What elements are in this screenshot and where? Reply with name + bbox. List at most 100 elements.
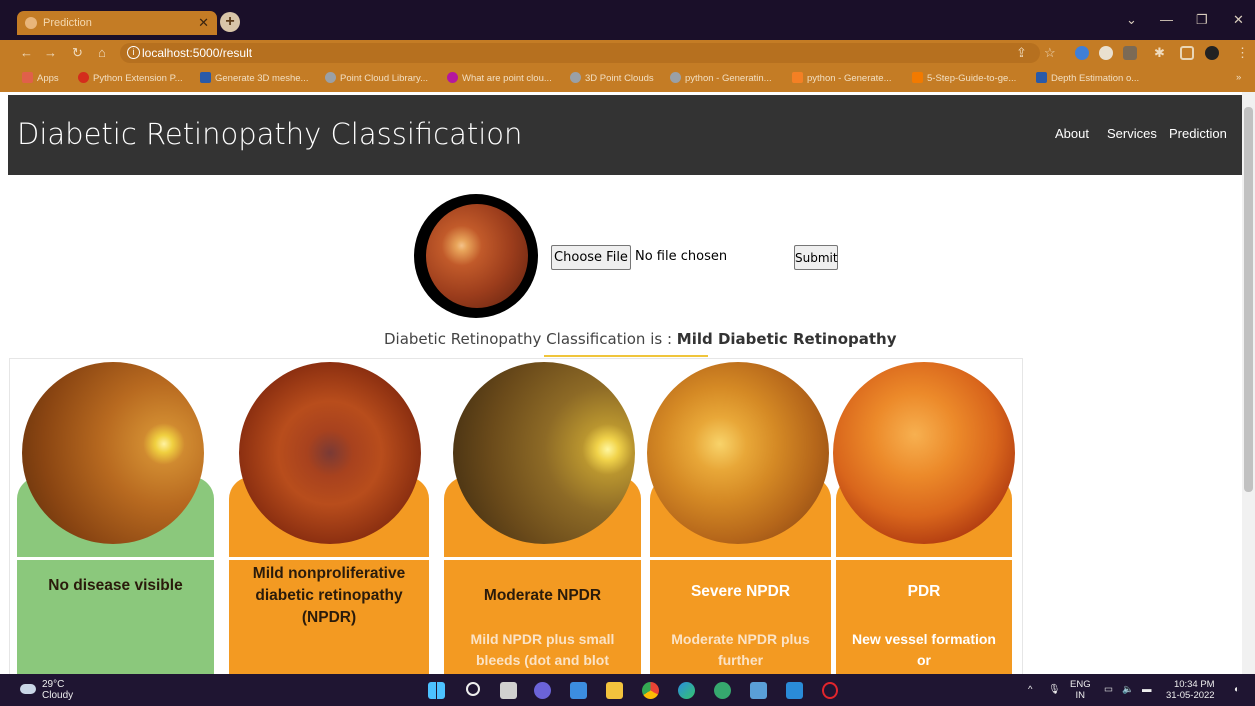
maximize-button[interactable]: ❐ [1196,12,1208,28]
bookmark-item[interactable]: What are point clou... [447,72,552,84]
address-url: localhost:5000/result [142,46,253,60]
weather-condition: Cloudy [42,690,74,701]
scrollbar-thumb[interactable] [1244,107,1253,492]
bookmark-item[interactable]: python - Generatin... [670,72,772,84]
share-icon[interactable]: ⇪ [1016,45,1027,61]
side-panel-icon[interactable] [1180,46,1194,60]
address-bar[interactable]: i localhost:5000/result [120,43,1040,63]
opera-icon[interactable] [822,682,838,699]
page-scrollbar[interactable] [1242,92,1255,674]
card-divider [836,557,1012,560]
stage-description: Mild NPDR plus small bleeds (dot and blo… [470,631,615,668]
bookmark-star-icon[interactable]: ☆ [1044,45,1056,61]
widgets-icon[interactable] [570,682,587,699]
submit-button[interactable]: Submit [794,245,838,270]
task-view-icon[interactable] [500,682,517,699]
bookmark-favicon-icon [200,72,211,83]
forward-icon[interactable]: → [44,45,57,60]
minimize-button[interactable]: — [1160,12,1173,27]
extension-icon[interactable] [1123,46,1137,60]
search-icon[interactable] [466,682,480,696]
network-icon[interactable]: ▭ [1104,684,1113,695]
stage-title: PDR [907,583,941,600]
battery-icon[interactable]: ▬ [1142,684,1152,695]
apps-grid-icon [22,72,33,83]
stage-title: Moderate NPDR [483,587,602,604]
language-indicator[interactable]: ENG IN [1070,679,1091,701]
choose-file-button[interactable]: Choose File [551,245,631,270]
bookmark-favicon-icon [912,72,923,83]
tray-chevron-icon[interactable]: ^ [1028,684,1032,695]
home-icon[interactable]: ⌂ [98,45,106,60]
bookmark-favicon-icon [570,72,581,83]
fundus-pdr-image [833,362,1015,544]
bookmark-item[interactable]: 5-Step-Guide-to-ge... [912,72,1016,84]
file-explorer-icon[interactable] [606,682,623,699]
result-text: Diabetic Retinopathy Classification is :… [384,330,897,348]
bookmark-favicon-icon [78,72,89,83]
bookmark-item[interactable]: Python Extension P... [78,72,183,84]
clock-time: 10:34 PM [1173,679,1215,690]
cloud-icon [20,684,36,694]
close-window-button[interactable]: ✕ [1233,12,1244,28]
weather-temperature: 29°C [42,679,65,690]
card-divider [17,557,214,560]
nav-about-link[interactable]: About [1055,126,1089,141]
result-value: Mild Diabetic Retinopathy [676,330,897,348]
chrome-icon[interactable] [642,682,659,699]
clock[interactable]: 10:34 PM 31-05-2022 [1166,679,1215,701]
fundus-image [426,204,528,308]
clock-date: 31-05-2022 [1166,690,1215,701]
chat-icon[interactable] [534,682,551,699]
site-navbar: Diabetic Retinopathy Classification Abou… [8,95,1242,175]
stage-description: New vessel formation or [852,631,996,668]
menu-kebab-icon[interactable]: ⋮ [1236,45,1249,61]
stage-title: Mild nonproliferative diabetic retinopat… [252,565,406,626]
fundus-normal-image [22,362,204,544]
browser-tab[interactable]: Prediction ✕ [17,11,217,35]
bookmark-item[interactable]: Depth Estimation o... [1036,72,1139,84]
extension-icon[interactable] [1075,46,1089,60]
microphone-icon[interactable]: 🎙 [1048,684,1060,695]
bookmark-favicon-icon [325,72,336,83]
browser-toolbar: ← → ↻ ⌂ i localhost:5000/result ⇪ ☆ ✱ ⋮ [0,40,1255,66]
extensions-puzzle-icon[interactable]: ✱ [1154,45,1165,61]
bookmark-favicon-icon [792,72,803,83]
vscode-icon[interactable] [786,682,803,699]
tab-favicon-icon [25,17,37,29]
web-page: Diabetic Retinopathy Classification Abou… [0,92,1255,674]
result-underline [544,355,708,357]
new-tab-button[interactable]: + [220,12,240,32]
bookmark-item[interactable]: Point Cloud Library... [325,72,428,84]
tab-search-chevron-icon[interactable]: ⌄ [1126,12,1137,28]
nav-services-link[interactable]: Services [1107,126,1157,141]
profile-avatar[interactable] [1205,46,1219,60]
site-info-icon[interactable]: i [127,46,140,59]
bookmarks-overflow-icon[interactable]: » [1236,72,1241,83]
back-icon[interactable]: ← [20,45,33,60]
file-status-text: No file chosen [635,249,728,264]
stage-title: Severe NPDR [690,583,791,600]
volume-icon[interactable]: 🔈 [1122,684,1134,695]
uploaded-fundus-preview [414,194,538,318]
browser-titlebar: Prediction ✕ + ⌄ — ❐ ✕ [0,0,1255,40]
edge-icon[interactable] [678,682,695,699]
reload-icon[interactable]: ↻ [72,45,83,61]
bookmark-item[interactable]: 3D Point Clouds [570,72,654,84]
bookmark-item[interactable]: python - Generate... [792,72,892,84]
weather-widget[interactable]: 29°C Cloudy [20,679,74,701]
app-icon[interactable] [714,682,731,699]
notification-icon[interactable]: ◐ [1234,684,1240,695]
stage-title: No disease visible [48,577,183,594]
bookmark-item[interactable]: Generate 3D meshe... [200,72,308,84]
start-windows-icon[interactable] [428,682,445,699]
card-divider [229,557,429,560]
app-icon[interactable] [750,682,767,699]
extension-icon[interactable] [1099,46,1113,60]
tab-title: Prediction [43,17,92,29]
retinopathy-stages-infographic: No disease visible Mild nonproliferative… [9,358,1023,674]
tab-close-icon[interactable]: ✕ [198,11,209,35]
nav-prediction-link[interactable]: Prediction [1169,126,1227,141]
bookmark-item[interactable]: Apps [22,72,59,84]
bookmarks-bar: Apps Python Extension P... Generate 3D m… [0,66,1255,92]
